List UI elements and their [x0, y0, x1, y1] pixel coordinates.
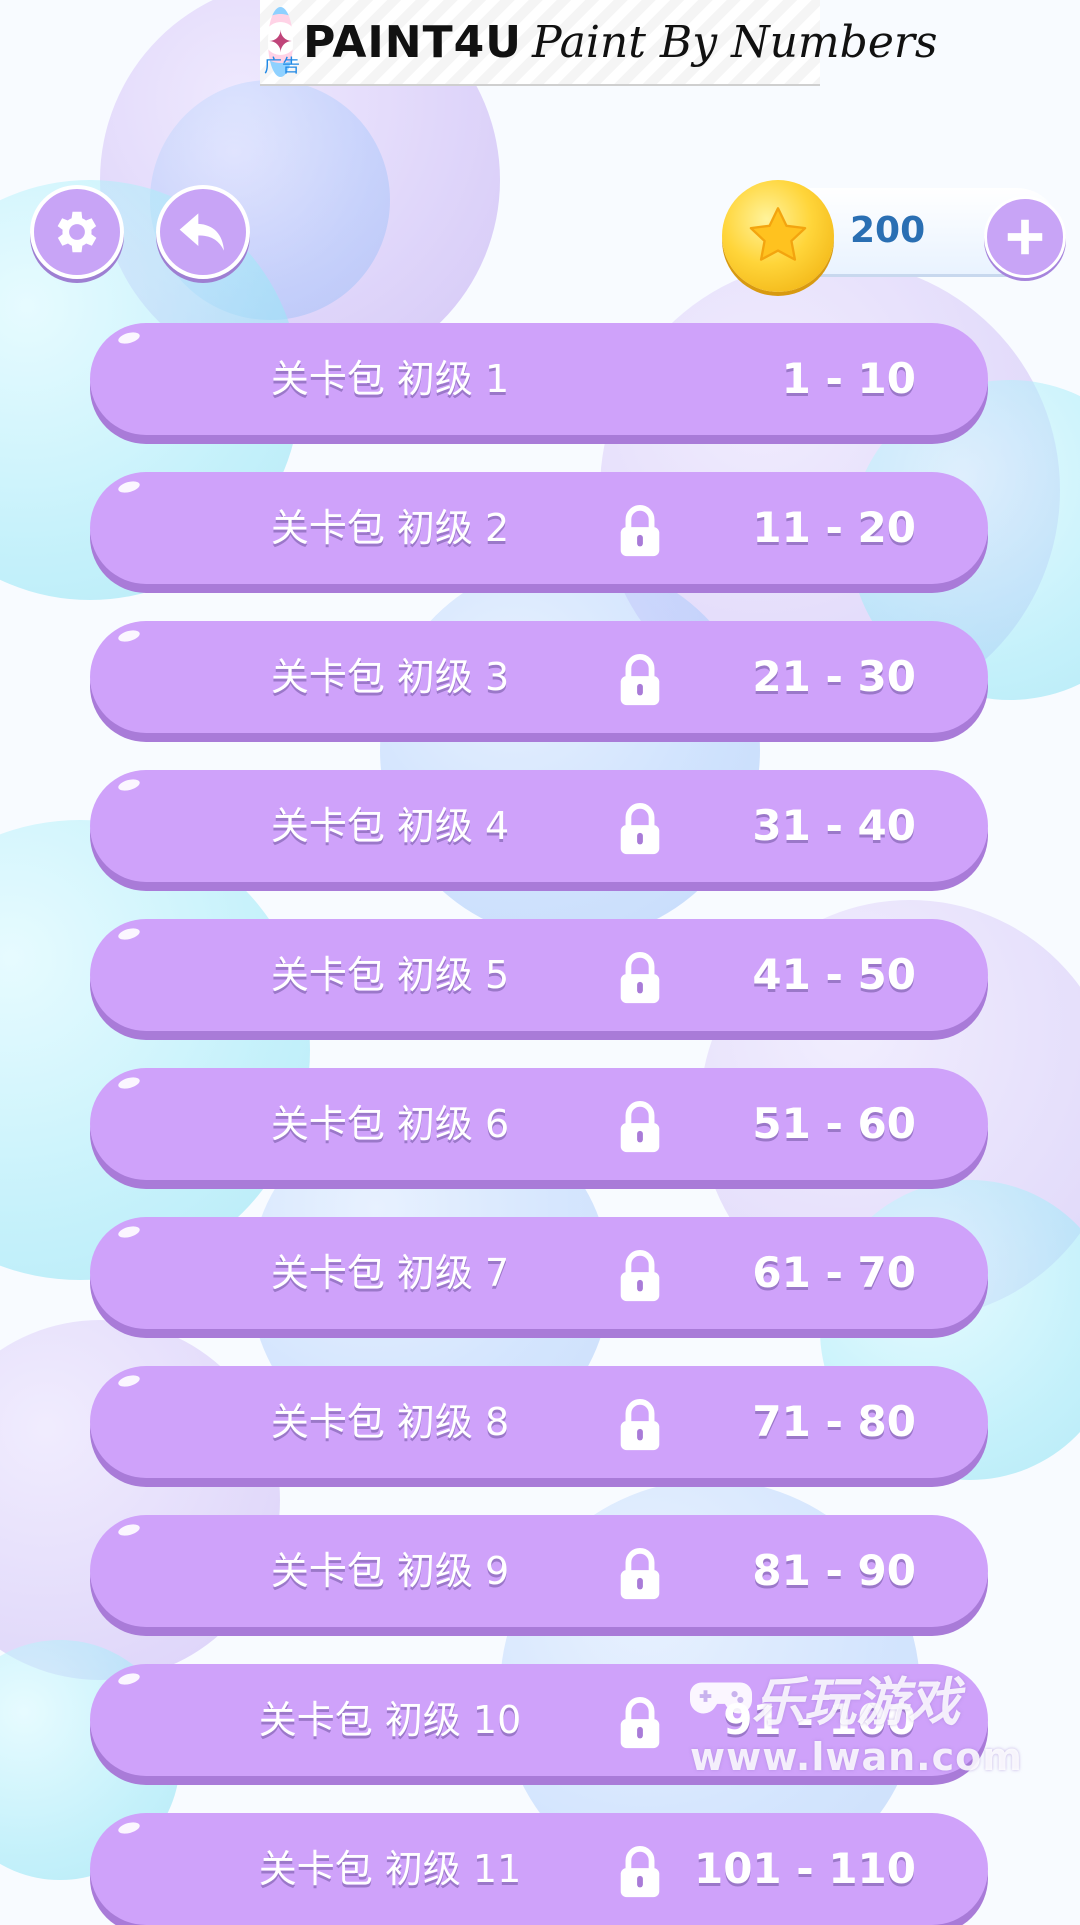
lock-icon [620, 1101, 660, 1153]
level-pack-button[interactable]: 关卡包 初级 2 11 - 20 [90, 472, 988, 584]
pack-name: 关卡包 初级 4 [270, 804, 510, 848]
level-pack-button[interactable]: 关卡包 初级 1 1 - 10 [90, 323, 988, 435]
watermark: 乐玩游戏 www.lwan.com [690, 1660, 1023, 1779]
level-pack-button[interactable]: 关卡包 初级 11 101 - 110 [90, 1813, 988, 1925]
level-pack-button[interactable]: 关卡包 初级 4 31 - 40 [90, 770, 988, 882]
lock-icon [620, 803, 660, 855]
pack-level-range: 61 - 70 [752, 1248, 916, 1297]
gear-icon [57, 211, 97, 253]
level-pack-button[interactable]: 关卡包 初级 3 21 - 30 [90, 621, 988, 733]
pack-name: 关卡包 初级 10 [258, 1698, 522, 1742]
level-pack-button[interactable]: 关卡包 初级 9 81 - 90 [90, 1515, 988, 1627]
pack-level-range: 11 - 20 [752, 503, 916, 552]
lock-icon [620, 505, 660, 557]
lock-icon [620, 952, 660, 1004]
gamepad-icon [690, 1682, 752, 1713]
pack-name: 关卡包 初级 6 [270, 1102, 510, 1146]
lock-icon [620, 1250, 660, 1302]
watermark-text: 乐玩游戏 [752, 1673, 961, 1733]
pack-name: 关卡包 初级 3 [270, 655, 510, 699]
lock-icon [620, 1846, 660, 1898]
add-coins-button[interactable] [984, 196, 1066, 278]
level-pack-button[interactable]: 关卡包 初级 5 41 - 50 [90, 919, 988, 1031]
lock-icon [620, 654, 660, 706]
ad-tagline: Paint By Numbers [531, 16, 938, 68]
level-pack-button[interactable]: 关卡包 初级 7 61 - 70 [90, 1217, 988, 1329]
ad-brand: PAINT4U [303, 16, 522, 68]
pack-name: 关卡包 初级 7 [270, 1251, 510, 1295]
pack-name: 关卡包 初级 9 [270, 1549, 510, 1593]
pack-level-range: 81 - 90 [752, 1546, 916, 1595]
pack-level-range: 51 - 60 [752, 1099, 916, 1148]
lock-icon [620, 1399, 660, 1451]
lock-icon [620, 1697, 660, 1749]
pack-name: 关卡包 初级 11 [258, 1847, 522, 1891]
coin-count: 200 [850, 210, 926, 251]
level-pack-button[interactable]: 关卡包 初级 8 71 - 80 [90, 1366, 988, 1478]
pack-name: 关卡包 初级 2 [270, 506, 510, 550]
level-pack-button[interactable]: 关卡包 初级 6 51 - 60 [90, 1068, 988, 1180]
settings-button[interactable] [30, 185, 124, 279]
pack-level-range: 31 - 40 [752, 801, 916, 850]
star-coin-icon [722, 180, 834, 292]
pack-name: 关卡包 初级 5 [270, 953, 510, 997]
pack-name: 关卡包 初级 8 [270, 1400, 510, 1444]
star-icon [749, 207, 807, 261]
pack-name: 关卡包 初级 1 [270, 357, 510, 401]
ad-banner[interactable]: ✦ PAINT4U Paint By Numbers 广告 [260, 0, 937, 86]
lock-icon [620, 1548, 660, 1600]
back-button[interactable] [156, 185, 250, 279]
ad-label: 广告 [264, 56, 300, 77]
pack-level-range: 1 - 10 [781, 354, 916, 403]
pack-level-range: 71 - 80 [752, 1397, 916, 1446]
pack-level-range: 101 - 110 [693, 1844, 916, 1893]
back-arrow-icon [179, 213, 224, 251]
pack-level-range: 21 - 30 [752, 652, 916, 701]
watermark-url: www.lwan.com [690, 1735, 1023, 1779]
pack-level-range: 41 - 50 [752, 950, 916, 999]
plus-icon [1007, 219, 1043, 255]
